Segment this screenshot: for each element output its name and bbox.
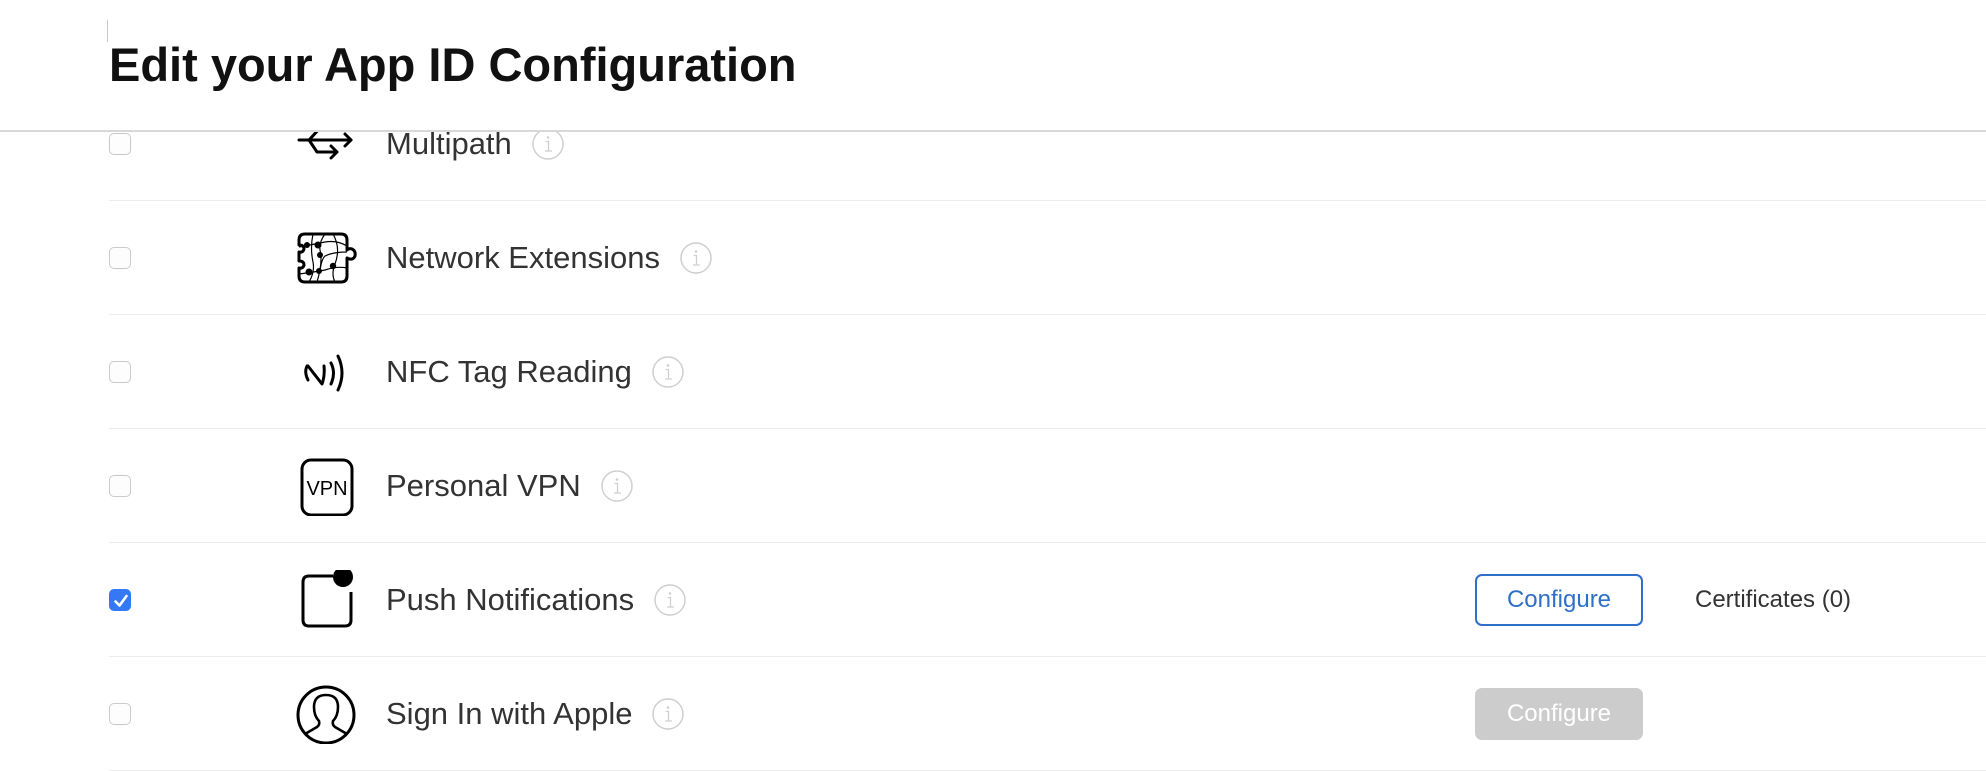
checkbox-nfc-tag-reading[interactable]	[109, 361, 131, 383]
info-icon[interactable]	[680, 242, 712, 274]
page-title: Edit your App ID Configuration	[109, 38, 797, 91]
person-circle-icon	[296, 685, 356, 744]
configure-push-notifications-button[interactable]: Configure	[1475, 574, 1643, 626]
header-divider-mark	[107, 20, 108, 42]
capability-row-push-notifications: Push Notifications Configure Certificate…	[109, 543, 1986, 657]
configure-sign-in-with-apple-button[interactable]: Configure	[1475, 688, 1643, 740]
checkmark-icon	[114, 594, 128, 607]
capabilities-list: Multipath Network Extensions NFC Tag Rea…	[109, 87, 1986, 771]
capability-label: Personal VPN	[386, 467, 633, 505]
certificates-count: Certificates (0)	[1695, 586, 1852, 613]
vpn-icon-text: VPN	[306, 478, 347, 500]
capability-row-network-extensions: Network Extensions	[109, 201, 1986, 315]
vpn-icon: VPN	[300, 458, 354, 516]
capability-row-personal-vpn: VPN Personal VPN	[109, 429, 1986, 543]
capability-row-nfc-tag-reading: NFC Tag Reading	[109, 315, 1986, 429]
capability-label: Push Notifications	[386, 581, 686, 619]
checkbox-personal-vpn[interactable]	[109, 475, 131, 497]
capability-name: Push Notifications	[386, 582, 635, 617]
checkbox-push-notifications[interactable]	[109, 589, 131, 611]
checkbox-network-extensions[interactable]	[109, 247, 131, 269]
info-icon[interactable]	[600, 470, 633, 502]
capability-row-sign-in-with-apple: Sign In with Apple Configure	[109, 657, 1986, 771]
capability-label: Sign In with Apple	[386, 695, 685, 733]
capability-label: NFC Tag Reading	[386, 353, 684, 391]
capability-name: NFC Tag Reading	[386, 354, 632, 389]
checkbox-multipath[interactable]	[109, 133, 131, 155]
nfc-icon	[304, 354, 344, 392]
capability-label: Network Extensions	[386, 239, 712, 277]
info-icon[interactable]	[654, 584, 686, 616]
capability-name: Personal VPN	[386, 468, 581, 503]
capability-name: Sign In with Apple	[386, 696, 633, 731]
checkbox-sign-in-with-apple[interactable]	[109, 703, 131, 725]
network-extensions-icon	[297, 232, 357, 284]
page-header: Edit your App ID Configuration	[0, 0, 1986, 132]
capability-name: Network Extensions	[386, 240, 660, 275]
info-icon[interactable]	[652, 356, 684, 388]
info-icon[interactable]	[652, 698, 685, 730]
info-icon[interactable]	[532, 128, 564, 160]
push-notifications-icon	[301, 570, 353, 628]
